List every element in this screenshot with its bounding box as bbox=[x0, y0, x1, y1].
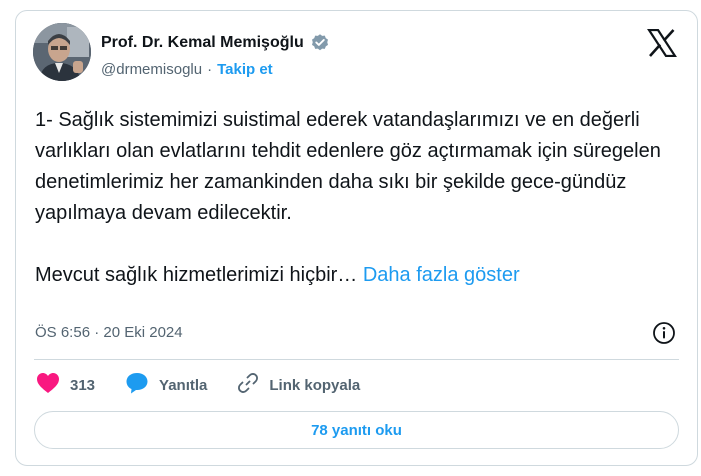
follow-link[interactable]: Takip et bbox=[217, 61, 273, 78]
tweet-text: 1- Sağlık sistemimizi suistimal ederek v… bbox=[35, 105, 685, 291]
reply-button[interactable]: Yanıtla bbox=[125, 372, 207, 398]
reply-bubble-icon bbox=[125, 372, 149, 398]
read-replies-button[interactable]: 78 yanıtı oku bbox=[34, 411, 679, 449]
author-name-row: Prof. Dr. Kemal Memişoğlu bbox=[101, 33, 330, 53]
avatar-image bbox=[33, 23, 91, 81]
show-more-link[interactable]: Daha fazla göster bbox=[363, 264, 520, 286]
handle-separator: · bbox=[207, 61, 213, 78]
tweet-timestamp[interactable]: ÖS 6:56 · 20 Eki 2024 bbox=[35, 324, 183, 341]
action-bar: 313 Yanıtla Link kopyala bbox=[36, 372, 390, 398]
avatar[interactable] bbox=[33, 23, 91, 81]
tweet-card: Prof. Dr. Kemal Memişoğlu @drmemisoglu ·… bbox=[15, 10, 698, 466]
tweet-paragraph-truncated: Mevcut sağlık hizmetlerimizi hiçbir… Dah… bbox=[35, 260, 685, 291]
author-handle-row: @drmemisoglu · Takip et bbox=[101, 61, 273, 78]
tweet-truncated-text: Mevcut sağlık hizmetlerimizi hiçbir… bbox=[35, 264, 358, 286]
verified-badge-icon bbox=[310, 33, 330, 53]
info-icon[interactable] bbox=[652, 321, 676, 345]
link-icon bbox=[237, 372, 259, 398]
like-button[interactable]: 313 bbox=[36, 372, 95, 398]
tweet-paragraph: 1- Sağlık sistemimizi suistimal ederek v… bbox=[35, 109, 661, 224]
reply-label: Yanıtla bbox=[159, 376, 208, 394]
heart-icon bbox=[36, 372, 60, 398]
author-display-name[interactable]: Prof. Dr. Kemal Memişoğlu bbox=[101, 34, 304, 52]
divider bbox=[34, 359, 679, 360]
author-handle[interactable]: @drmemisoglu bbox=[101, 61, 202, 78]
read-replies-label: 78 yanıtı oku bbox=[311, 421, 402, 439]
copy-link-label: Link kopyala bbox=[269, 376, 361, 394]
x-logo-icon[interactable] bbox=[646, 28, 678, 58]
like-count: 313 bbox=[70, 376, 96, 394]
copy-link-button[interactable]: Link kopyala bbox=[237, 372, 360, 398]
